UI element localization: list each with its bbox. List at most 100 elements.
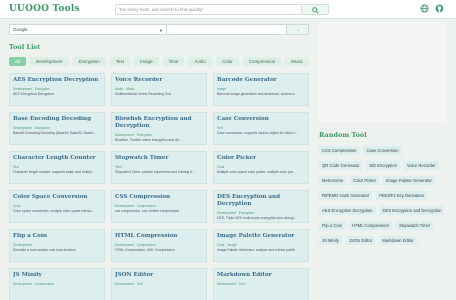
- tool-card[interactable]: Color Picker Color Multiple color space co…: [213, 151, 309, 184]
- tool-card-description: Barcode image generation and download, c…: [217, 92, 298, 96]
- tool-card-description: Image Palette Generator, analyze and ext…: [217, 248, 298, 252]
- tool-card[interactable]: Image Palette Generator Color Image Image P…: [213, 229, 309, 262]
- tool-card-tag: Encryption: [34, 126, 50, 130]
- tool-card[interactable]: Voice Recorder Audio Music Multifunctional …: [111, 73, 207, 106]
- tool-card-tag: Compression: [34, 282, 54, 286]
- random-tool-link[interactable]: RIPEMD Hash Generator: [319, 191, 373, 200]
- tool-card[interactable]: AES Encryption Decryption Development Encr…: [9, 73, 105, 106]
- filter-chip[interactable]: Time: [162, 57, 185, 66]
- tool-card[interactable]: CSS Compression Development Compression css…: [111, 190, 207, 223]
- filter-chip[interactable]: Color: [215, 57, 239, 66]
- random-tool-link[interactable]: Metronome: [319, 176, 347, 185]
- tool-card[interactable]: Base Encoding Decoding Development Encrypt…: [9, 112, 105, 145]
- tool-card[interactable]: Character Length Counter Text Character le…: [9, 151, 105, 184]
- tool-card-tag: Text: [136, 282, 143, 286]
- tool-card-tag: Development: [115, 204, 134, 208]
- tool-card[interactable]: Case Conversion Text Case conversion, supp…: [213, 112, 309, 145]
- random-tool-link[interactable]: CSS Compression: [319, 146, 360, 155]
- random-tool-link[interactable]: Image Palette Generator: [383, 176, 435, 185]
- tool-card-title: Color Space Conversion: [13, 194, 88, 200]
- tool-card-tags: Development Compression: [13, 282, 101, 286]
- tool-card-title: DES Encryption and Decryption: [217, 194, 281, 207]
- random-tool-link[interactable]: AES Encryption Decryption: [319, 206, 376, 215]
- search-engine-select[interactable]: Google ▼: [9, 24, 167, 35]
- tool-card-tags: Development Text: [115, 282, 203, 286]
- tool-card-title: Flip a Coin: [13, 233, 48, 239]
- filter-chip[interactable]: Text: [109, 57, 131, 66]
- tool-card-tags: Development: [13, 243, 101, 247]
- random-tool-link[interactable]: Flip a Coin: [319, 221, 346, 230]
- engine-search-input[interactable]: [167, 24, 287, 35]
- tool-card-tag: Image: [217, 87, 226, 91]
- tool-card-tag: Development: [115, 133, 134, 137]
- tool-card-tag: Development: [217, 282, 236, 286]
- tool-card[interactable]: Flip a Coin Development Simulate a real ra…: [9, 229, 105, 262]
- random-tool-link[interactable]: MD Encryption: [366, 161, 400, 170]
- tool-card-title: Color Picker: [217, 155, 257, 161]
- site-logo[interactable]: UUOOO Tools: [9, 4, 80, 14]
- random-tool-link[interactable]: Case Conversion: [363, 146, 402, 155]
- header-search-input[interactable]: Too many tools, use search to find quick…: [115, 4, 302, 15]
- globe-icon[interactable]: [420, 4, 429, 13]
- tool-card-tag: Development: [13, 126, 32, 130]
- header-search-button[interactable]: [302, 4, 329, 15]
- random-tool-list: CSS Compression Case Conversion QR Code Ge…: [319, 146, 445, 245]
- tool-card-description: Simulate a real random coin toss decisio…: [13, 248, 76, 252]
- tool-card-title: HTML Compression: [115, 233, 178, 239]
- main-content: Google ▼ → Tool List All Development Encryp…: [9, 22, 309, 300]
- tool-card-tags: Development Encryption: [13, 87, 101, 91]
- tool-card-title: Character Length Counter: [13, 155, 96, 161]
- tool-card-tag: Development: [13, 243, 32, 247]
- tool-card[interactable]: Stopwatch Timer Time Stopwatch Timer, prec…: [111, 151, 207, 184]
- tool-card[interactable]: Markdown Editor Development Text: [213, 268, 309, 300]
- tool-card-description: Character length counter, supports batch…: [13, 170, 95, 174]
- category-filters: All Development Encryption Text Image Time Aud…: [9, 57, 309, 66]
- random-tool-title: Random Tool: [319, 131, 367, 139]
- tool-card-tag: Time: [115, 165, 122, 169]
- tool-card[interactable]: HTML Compression Development Compression HT…: [111, 229, 207, 262]
- tool-card-tag: Text: [13, 165, 19, 169]
- tool-card[interactable]: JSON Editor Development Text: [111, 268, 207, 300]
- tool-card-title: JS Minify: [13, 272, 42, 278]
- random-tool-link[interactable]: Stopwatch Timer: [396, 221, 434, 230]
- tool-card-description: DES, Triple DES multi-mode encryption an…: [217, 216, 297, 220]
- tool-card-description: HTML Compression, XML Compression: [115, 248, 175, 252]
- filter-chip[interactable]: Image: [134, 57, 159, 66]
- tool-card-tag: Encryption: [34, 87, 50, 91]
- tool-card[interactable]: Blowfish Encryption and Decryption Develo…: [111, 112, 207, 145]
- random-tool-link[interactable]: DES Encryption and Decryption: [379, 206, 445, 215]
- tool-card[interactable]: Barcode Generator Image Barcode image gene…: [213, 73, 309, 106]
- github-icon[interactable]: [435, 4, 444, 13]
- tool-card-title: Markdown Editor: [217, 272, 272, 278]
- filter-chip[interactable]: Encryption: [72, 57, 106, 66]
- tool-card-title: Case Conversion: [217, 116, 269, 122]
- random-tool-link[interactable]: JS Minify: [319, 236, 342, 245]
- random-tool-link[interactable]: Voice Recorder: [403, 161, 439, 170]
- random-tool-link[interactable]: HTML Compression: [349, 221, 393, 230]
- filter-chip[interactable]: Compression: [242, 57, 282, 66]
- random-tool-link[interactable]: JSON Editor: [346, 236, 376, 245]
- tool-card-tags: Development Text: [217, 282, 305, 286]
- engine-search-button[interactable]: →: [287, 24, 309, 35]
- tool-card-title: Stopwatch Timer: [115, 155, 169, 161]
- tool-card-tag: Music: [126, 87, 135, 91]
- tool-card-description: Case conversion, supports various styles…: [217, 131, 299, 135]
- tool-card-tag: Development: [115, 243, 134, 247]
- random-tool-link[interactable]: Color Picker: [350, 176, 379, 185]
- tool-card-description: Stopwatch Timer, precise experiment and …: [115, 170, 195, 174]
- filter-chip[interactable]: Development: [30, 57, 69, 66]
- tool-card[interactable]: DES Encryption and Decryption Development…: [213, 190, 309, 223]
- filter-chip[interactable]: Music: [285, 57, 309, 66]
- tool-card-tags: Development Compression: [115, 243, 203, 247]
- tool-card-title: AES Encryption Decryption: [13, 77, 99, 83]
- tool-card[interactable]: JS Minify Development Compression: [9, 268, 105, 300]
- random-tool-link[interactable]: Markdown Editor: [379, 236, 417, 245]
- filter-chip[interactable]: All: [9, 57, 27, 66]
- random-tool-link[interactable]: QR Code Generator: [319, 161, 363, 170]
- tool-card-tag: Encryption: [136, 133, 152, 137]
- filter-chip[interactable]: Audio: [188, 57, 212, 66]
- tool-card-tag: Image: [227, 243, 237, 247]
- random-tool-link[interactable]: PBKDF2 Key Derivation: [376, 191, 427, 200]
- tool-card[interactable]: Color Space Conversion Color Color space c…: [9, 190, 105, 223]
- tool-card-title: Image Palette Generator: [217, 233, 295, 239]
